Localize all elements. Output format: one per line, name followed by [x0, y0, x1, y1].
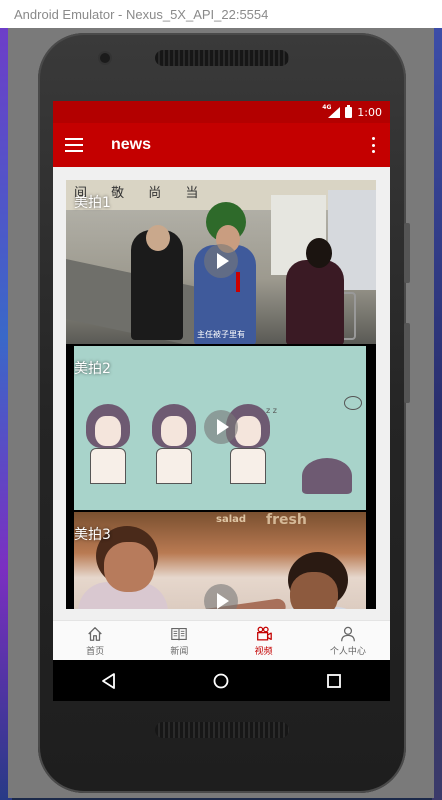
home-icon	[86, 625, 104, 643]
play-button-icon[interactable]	[204, 584, 238, 609]
power-button[interactable]	[404, 323, 410, 403]
video-item[interactable]: 间 敬 尚 当 美拍1 主任被子里有	[66, 180, 376, 344]
video-title: 美拍3	[74, 527, 111, 543]
volume-button[interactable]	[404, 223, 410, 283]
app-toolbar: news	[53, 123, 390, 167]
system-navigation-bar	[53, 660, 390, 701]
toolbar-title: news	[111, 136, 152, 153]
play-button-icon[interactable]	[204, 244, 238, 278]
nav-label: 新闻	[170, 647, 189, 657]
play-button-icon[interactable]	[204, 410, 238, 444]
front-camera	[100, 53, 110, 63]
video-camera-icon	[255, 625, 273, 643]
status-time: 1:00	[357, 105, 382, 119]
back-icon[interactable]	[99, 671, 119, 691]
emulator-window-title: Android Emulator - Nexus_5X_API_22:5554	[0, 0, 442, 28]
video-item[interactable]: z z 美拍2	[66, 346, 376, 510]
top-speaker-grille	[155, 50, 289, 66]
menu-icon[interactable]	[65, 138, 83, 152]
status-bar: 4G 1:00	[53, 101, 390, 123]
newspaper-icon	[170, 625, 188, 643]
bottom-speaker-grille	[155, 722, 289, 738]
overflow-menu-icon[interactable]	[368, 137, 378, 153]
bottom-navigation: 首页 新闻 视频 个人中心	[53, 620, 390, 660]
nav-label: 首页	[86, 647, 105, 657]
nav-label: 个人中心	[329, 647, 366, 657]
person-icon	[339, 625, 357, 643]
video-list[interactable]: 间 敬 尚 当 美拍1 主任被子里有 z z 美拍2 salad fresh 美…	[66, 180, 376, 609]
video-title: 美拍1	[74, 195, 111, 211]
battery-icon	[345, 104, 353, 118]
nav-item-home[interactable]: 首页	[53, 621, 137, 660]
phone-screen: 4G 1:00 news 间 敬 尚 当 美拍1 主任被子里有 z z 美拍2 …	[53, 101, 390, 701]
home-circle-icon[interactable]	[211, 671, 231, 691]
nav-item-news[interactable]: 新闻	[137, 621, 221, 660]
video-item[interactable]: salad fresh 美拍3	[66, 512, 376, 609]
recents-square-icon[interactable]	[324, 671, 344, 691]
video-title: 美拍2	[74, 361, 111, 377]
nav-label: 视频	[254, 647, 273, 657]
signal-icon: 4G	[322, 104, 341, 118]
nav-item-profile[interactable]: 个人中心	[306, 621, 390, 660]
video-subtitle: 主任被子里有	[197, 330, 245, 339]
network-type: 4G	[322, 103, 332, 111]
nav-item-video[interactable]: 视频	[222, 621, 306, 660]
